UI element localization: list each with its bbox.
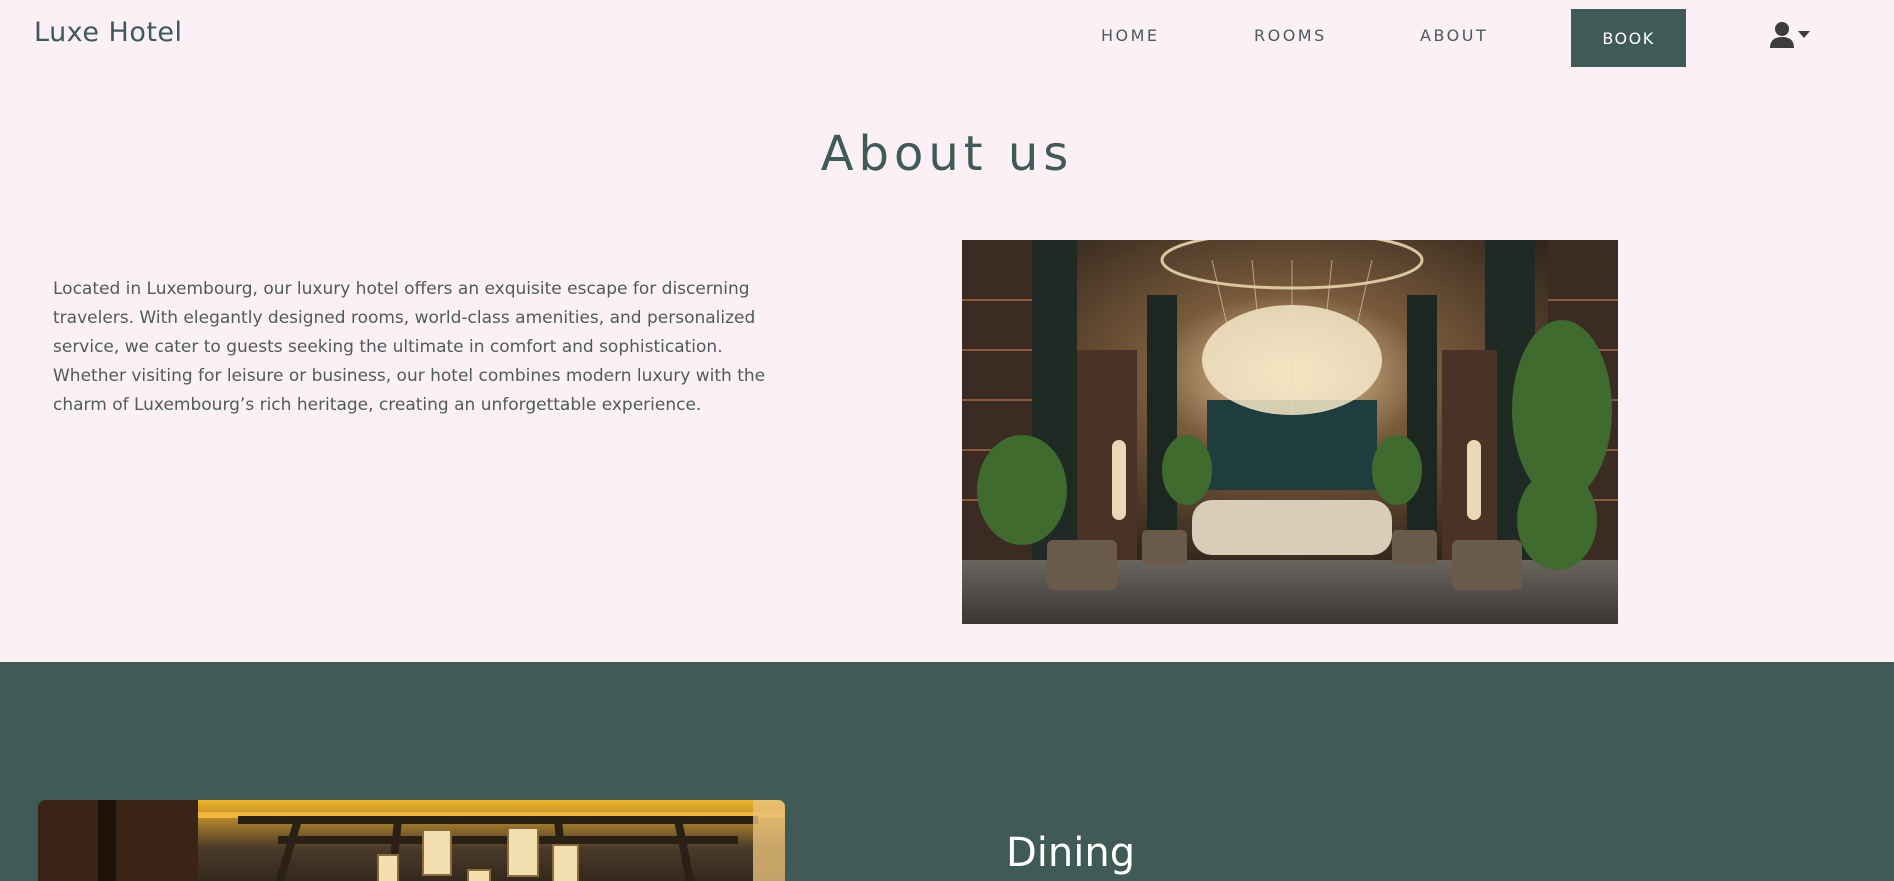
- nav-home-link[interactable]: HOME: [1101, 26, 1160, 45]
- dining-title: Dining: [1006, 830, 1136, 876]
- hotel-lobby-image: [962, 240, 1618, 624]
- user-menu-toggle[interactable]: [1768, 20, 1816, 52]
- brand-logo[interactable]: Luxe Hotel: [34, 17, 183, 48]
- navbar: Luxe Hotel HOME ROOMS ABOUT BOOK: [0, 0, 1894, 74]
- dining-room-image: [38, 800, 785, 881]
- dining-section: Dining: [0, 662, 1894, 881]
- nav-about-link[interactable]: ABOUT: [1420, 26, 1488, 45]
- about-description: Located in Luxembourg, our luxury hotel …: [53, 279, 766, 415]
- about-title: About us: [820, 126, 1074, 182]
- caret-down-icon: [1798, 31, 1810, 38]
- nav-rooms-link[interactable]: ROOMS: [1254, 26, 1327, 45]
- user-icon: [1770, 22, 1810, 48]
- book-button[interactable]: BOOK: [1571, 9, 1686, 67]
